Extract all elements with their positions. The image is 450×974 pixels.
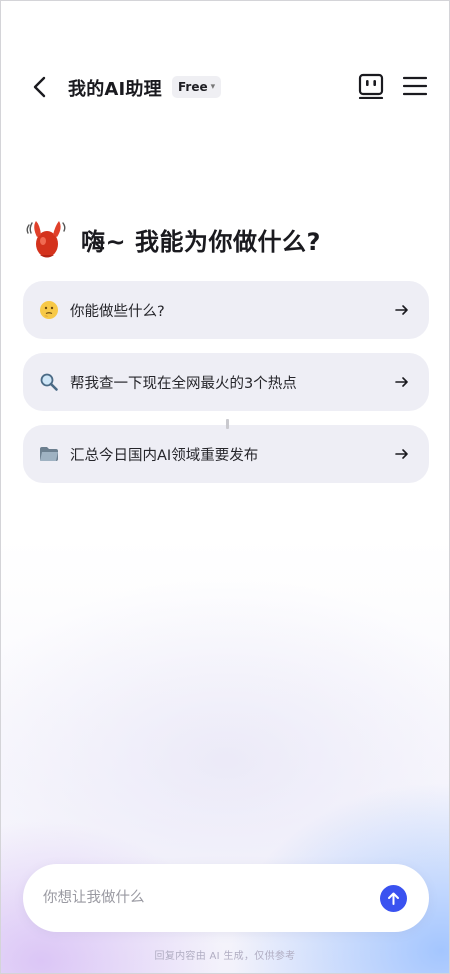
folder-icon [40,447,58,461]
ai-disclaimer: 回复内容由 AI 生成，仅供参考 [154,951,296,962]
arrow-up-icon [388,892,399,905]
message-input[interactable] [43,887,363,909]
menu-button[interactable] [402,75,428,97]
plan-badge-label: Free [178,80,208,94]
app-screen: 我的AI助理 Free ▾ 嗨~ 我能为你做什么? 你能做些什么? 帮我查一下现… [0,0,450,974]
back-button[interactable] [27,73,55,101]
suggestion-label: 你能做些什么? [70,304,165,320]
robot-face-icon [358,73,384,100]
page-title: 我的AI助理 [68,79,162,100]
suggestion-card[interactable]: 汇总今日国内AI领域重要发布 [23,425,429,483]
arrow-right-icon [395,305,408,315]
suggestion-label: 汇总今日国内AI领域重要发布 [70,448,259,464]
suggestion-card[interactable]: 帮我查一下现在全网最火的3个热点 [23,353,429,411]
chevron-down-icon: ▾ [210,82,216,92]
suggestion-card[interactable]: 你能做些什么? [23,281,429,339]
assistant-profile-button[interactable] [358,73,384,100]
thinking-face-icon [40,301,58,319]
arrow-right-icon [395,377,408,387]
menu-icon [402,76,428,96]
top-nav-bar: 我的AI助理 Free ▾ [1,67,449,107]
back-arrow-icon [33,76,46,98]
greeting-heading: 嗨~ 我能为你做什么? [81,228,321,256]
arrow-right-icon [395,449,408,459]
scroll-indicator [226,419,229,429]
suggestion-label: 帮我查一下现在全网最火的3个热点 [70,376,297,392]
lobster-icon [23,215,69,261]
plan-badge[interactable]: Free ▾ [172,76,222,98]
chat-input-bar [23,864,429,932]
send-button[interactable] [380,885,407,912]
magnifying-glass-icon [40,373,58,391]
